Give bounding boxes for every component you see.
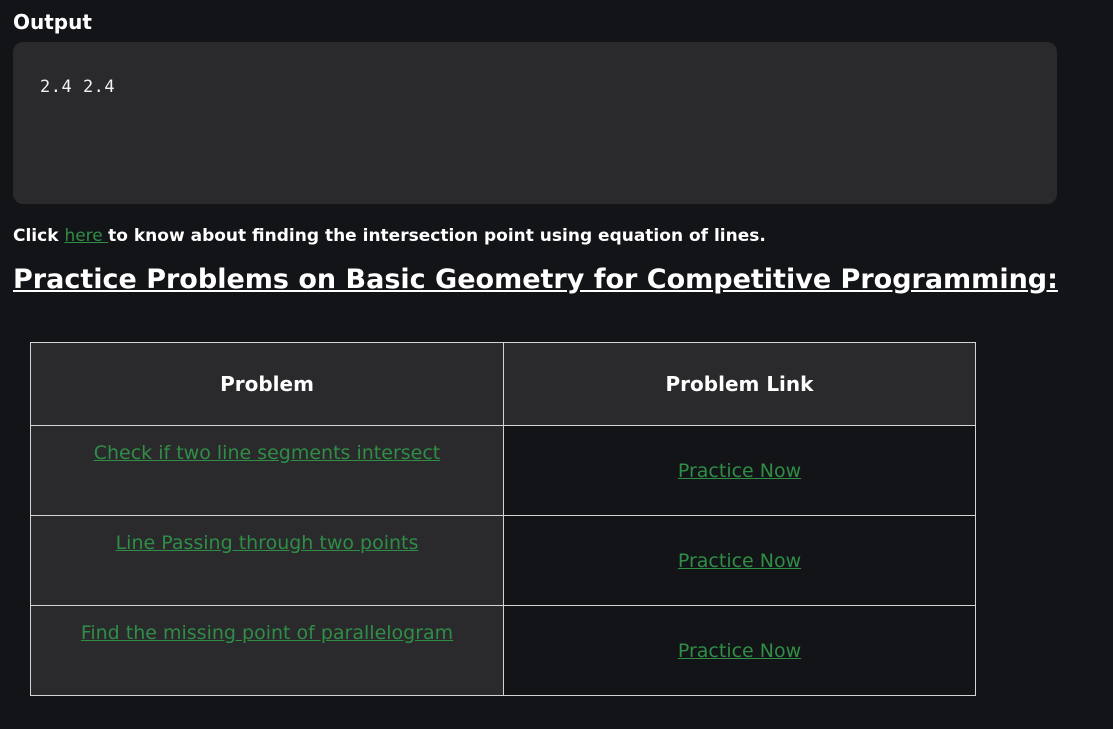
table-row: Find the missing point of parallelogram … [30,605,976,696]
practice-link-cell: Practice Now [503,515,976,606]
article-page: Output 2.4 2.4 Click here to know about … [0,0,1113,729]
practice-now-link[interactable]: Practice Now [678,640,801,662]
table-header-row: Problem Problem Link [30,342,976,426]
header-problem-link: Problem Link [503,342,976,426]
problem-cell: Find the missing point of parallelogram [30,605,504,696]
here-link[interactable]: here [64,226,108,246]
practice-link-cell: Practice Now [503,425,976,516]
practice-link-cell: Practice Now [503,605,976,696]
table-row: Line Passing through two points Practice… [30,515,976,606]
problem-link[interactable]: Line Passing through two points [116,532,419,554]
output-text: 2.4 2.4 [40,77,116,97]
practice-now-link[interactable]: Practice Now [678,460,801,482]
practice-now-link[interactable]: Practice Now [678,550,801,572]
practice-problems-heading: Practice Problems on Basic Geometry for … [13,264,1058,295]
practice-problems-table: Problem Problem Link Check if two line s… [30,342,976,696]
problem-link[interactable]: Check if two line segments intersect [94,442,441,464]
table-row: Check if two line segments intersect Pra… [30,425,976,516]
output-box: 2.4 2.4 [13,42,1057,204]
problem-link[interactable]: Find the missing point of parallelogram [81,622,453,644]
click-suffix: to know about finding the intersection p… [108,226,766,246]
click-prefix: Click [13,226,65,246]
intersection-info-line: Click here to know about finding the int… [13,225,766,247]
header-problem: Problem [30,342,504,426]
problem-cell: Line Passing through two points [30,515,504,606]
output-heading: Output [13,10,92,34]
problem-cell: Check if two line segments intersect [30,425,504,516]
